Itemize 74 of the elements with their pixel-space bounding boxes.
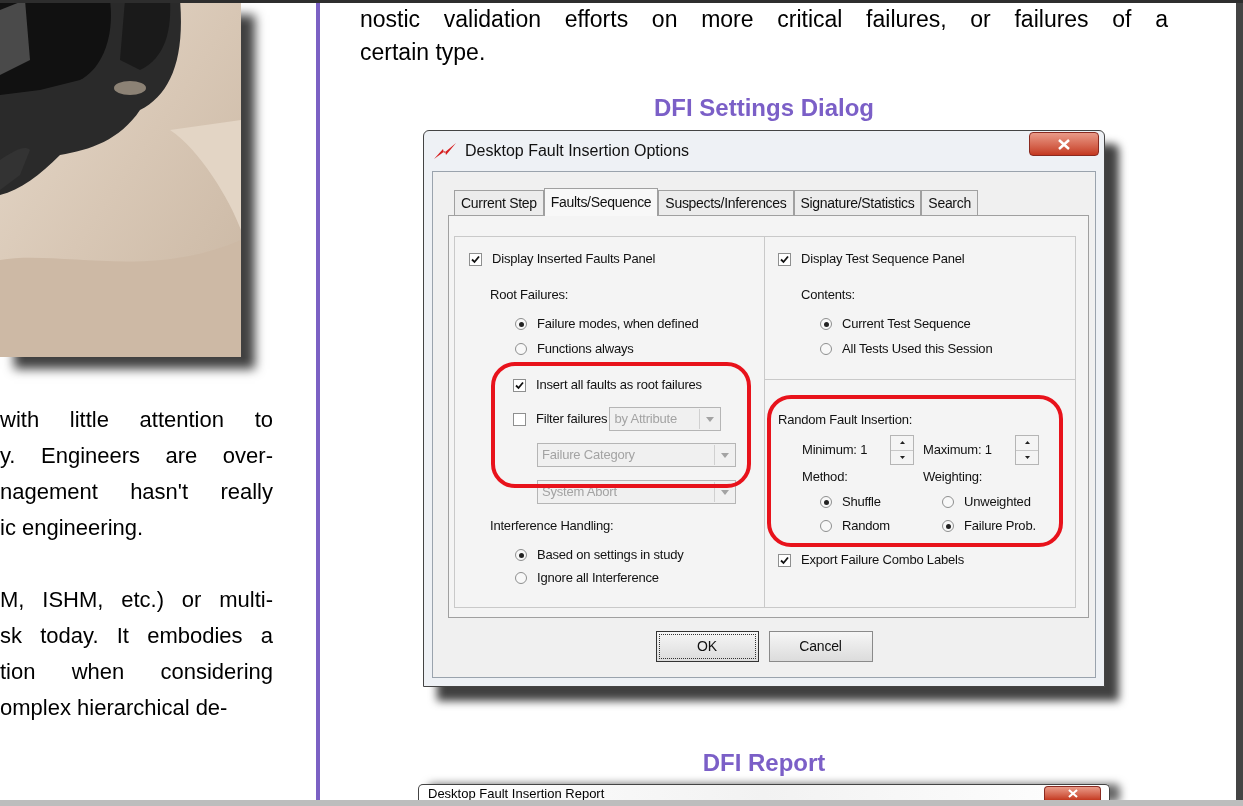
section-label: Random Fault Insertion: xyxy=(778,411,914,429)
tab[interactable]: Signature/Statistics xyxy=(793,190,922,215)
checkmark-icon xyxy=(515,380,524,390)
spinner[interactable] xyxy=(890,435,914,465)
body-text-line: nagement hasn't really xyxy=(0,478,273,506)
checkbox[interactable] xyxy=(469,252,482,266)
window-title: Desktop Fault Insertion Report xyxy=(428,786,605,802)
close-button[interactable] xyxy=(1044,786,1101,800)
radio-button[interactable] xyxy=(515,549,527,561)
radio-label: Based on settings in study xyxy=(537,546,684,565)
section-label: Contents: xyxy=(801,286,856,304)
checkbox-label: Filter failures xyxy=(536,410,608,429)
radio-label: Failure Prob. xyxy=(964,517,1036,536)
radio-label: Failure modes, when defined xyxy=(537,315,699,334)
radio-label: Functions always xyxy=(537,340,634,359)
checkbox-label: Insert all faults as root failures xyxy=(536,376,702,395)
checkbox-label: Display Test Sequence Panel xyxy=(801,250,965,269)
radio-button[interactable] xyxy=(820,318,832,330)
checkbox[interactable] xyxy=(778,553,791,567)
radio-label: Ignore all Interference xyxy=(537,569,659,588)
tab[interactable]: Search xyxy=(921,190,978,215)
dialog-button[interactable]: Cancel xyxy=(768,631,873,662)
radio-label: Random xyxy=(842,517,890,536)
body-text-line: certain type. xyxy=(360,38,487,67)
minimum-label: Minimum: 1 xyxy=(802,441,869,460)
down-arrow-icon xyxy=(899,455,905,459)
checkbox-label: Export Failure Combo Labels xyxy=(801,551,964,570)
radio-button[interactable] xyxy=(515,343,527,355)
tab[interactable]: Current Step xyxy=(454,190,544,215)
maximum-label: Maximum: 1 xyxy=(923,441,993,460)
body-text-line: nostic validation efforts on more critical failures, or failures of a xyxy=(360,5,1168,34)
tab[interactable]: Suspects/Inferences xyxy=(658,190,794,215)
window-title: Desktop Fault Insertion Options xyxy=(465,141,690,161)
close-icon xyxy=(1067,789,1078,798)
lightning-icon xyxy=(434,143,456,159)
radio-button[interactable] xyxy=(820,343,832,355)
down-arrow-icon xyxy=(1024,455,1030,459)
radio-label: Shuffle xyxy=(842,493,881,512)
up-arrow-icon xyxy=(899,441,905,445)
figure-caption: DFI Report xyxy=(701,749,827,777)
checkmark-icon xyxy=(780,555,789,565)
radio-button[interactable] xyxy=(515,318,527,330)
checkmark-icon xyxy=(780,254,789,264)
body-text-line: M, ISHM, etc.) or multi- xyxy=(0,586,273,614)
spinner[interactable] xyxy=(1015,435,1039,465)
dialog-button[interactable]: OK xyxy=(655,631,759,662)
body-text-line: omplex hierarchical de- xyxy=(0,694,229,722)
body-text-line: ic engineering. xyxy=(0,514,145,542)
radio-button[interactable] xyxy=(820,496,832,508)
body-text-line: tion when considering xyxy=(0,658,273,686)
close-icon xyxy=(1058,138,1070,150)
body-text-line: y. Engineers are over- xyxy=(0,442,273,470)
section-label: Method: xyxy=(802,468,849,486)
radio-button[interactable] xyxy=(942,496,954,508)
section-label: Weighting: xyxy=(923,468,983,486)
close-button[interactable] xyxy=(1029,132,1099,156)
radio-button[interactable] xyxy=(820,520,832,532)
section-label: Root Failures: xyxy=(490,286,570,304)
radio-label: Unweighted xyxy=(964,493,1031,512)
radio-label: Current Test Sequence xyxy=(842,315,971,334)
radio-label: All Tests Used this Session xyxy=(842,340,993,359)
tab[interactable]: Faults/Sequence xyxy=(543,188,659,216)
figure-caption: DFI Settings Dialog xyxy=(653,94,875,122)
section-label: Interference Handling: xyxy=(490,517,615,535)
body-text-line: with little attention to xyxy=(0,406,273,434)
checkbox[interactable] xyxy=(778,252,791,266)
checkmark-icon xyxy=(471,254,480,264)
checkbox[interactable] xyxy=(513,412,526,426)
up-arrow-icon xyxy=(1024,441,1030,445)
radio-button[interactable] xyxy=(515,572,527,584)
radio-button[interactable] xyxy=(942,520,954,532)
body-text-line: sk today. It embodies a xyxy=(0,622,273,650)
checkbox-label: Display Inserted Faults Panel xyxy=(492,250,656,269)
checkbox[interactable] xyxy=(513,378,526,392)
